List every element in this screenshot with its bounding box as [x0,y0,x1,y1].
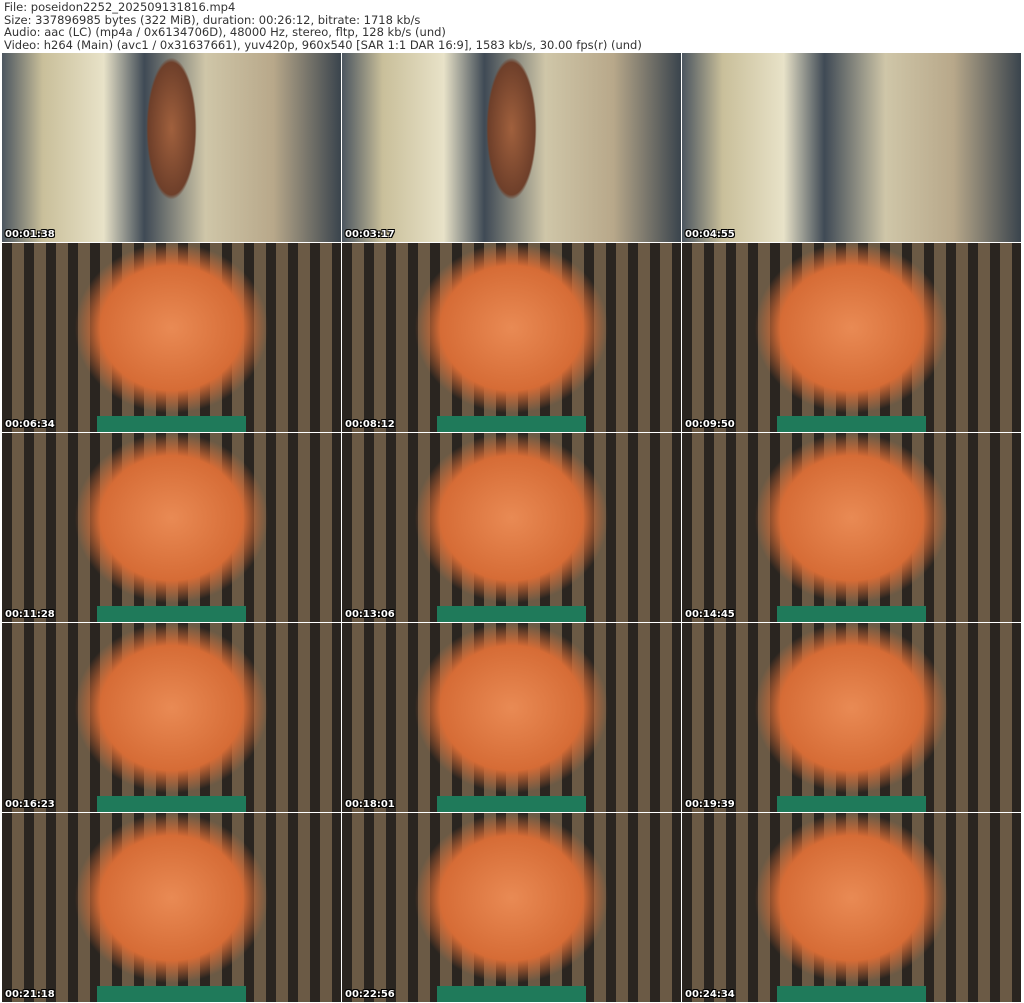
thumbnail: 00:19:39 [682,623,1021,812]
thumbnail: 00:01:38 [2,53,341,242]
file-name: File: poseidon2252_202509131816.mp4 [4,0,236,14]
thumbnail: 00:13:06 [342,433,681,622]
timestamp: 00:16:23 [5,799,55,810]
timestamp: 00:21:18 [5,989,55,1000]
thumbnail: 00:14:45 [682,433,1021,622]
thumbnail: 00:24:34 [682,813,1021,1002]
thumbnail: 00:16:23 [2,623,341,812]
thumbnail: 00:04:55 [682,53,1021,242]
audio-info: Audio: aac (LC) (mp4a / 0x6134706D), 480… [4,25,446,39]
thumbnail: 00:22:56 [342,813,681,1002]
timestamp: 00:03:17 [345,229,395,240]
video-info: Video: h264 (Main) (avc1 / 0x31637661), … [4,37,642,52]
timestamp: 00:24:34 [685,989,735,1000]
timestamp: 00:11:28 [5,609,55,620]
timestamp: 00:06:34 [5,419,55,430]
timestamp: 00:22:56 [345,989,395,1000]
timestamp: 00:08:12 [345,419,395,430]
thumbnail-grid: 00:01:38 00:03:17 00:04:55 00:06:34 00:0… [2,53,1021,1002]
timestamp: 00:13:06 [345,609,395,620]
timestamp: 00:14:45 [685,609,735,620]
timestamp: 00:01:38 [5,229,55,240]
thumbnail: 00:11:28 [2,433,341,622]
timestamp: 00:04:55 [685,229,735,240]
thumbnail: 00:03:17 [342,53,681,242]
timestamp: 00:09:50 [685,419,735,430]
thumbnail: 00:18:01 [342,623,681,812]
thumbnail: 00:06:34 [2,243,341,432]
timestamp: 00:19:39 [685,799,735,810]
thumbnail: 00:09:50 [682,243,1021,432]
thumbnail: 00:08:12 [342,243,681,432]
timestamp: 00:18:01 [345,799,395,810]
file-info-header: File: poseidon2252_202509131816.mp4 Size… [4,1,642,51]
thumbnail: 00:21:18 [2,813,341,1002]
